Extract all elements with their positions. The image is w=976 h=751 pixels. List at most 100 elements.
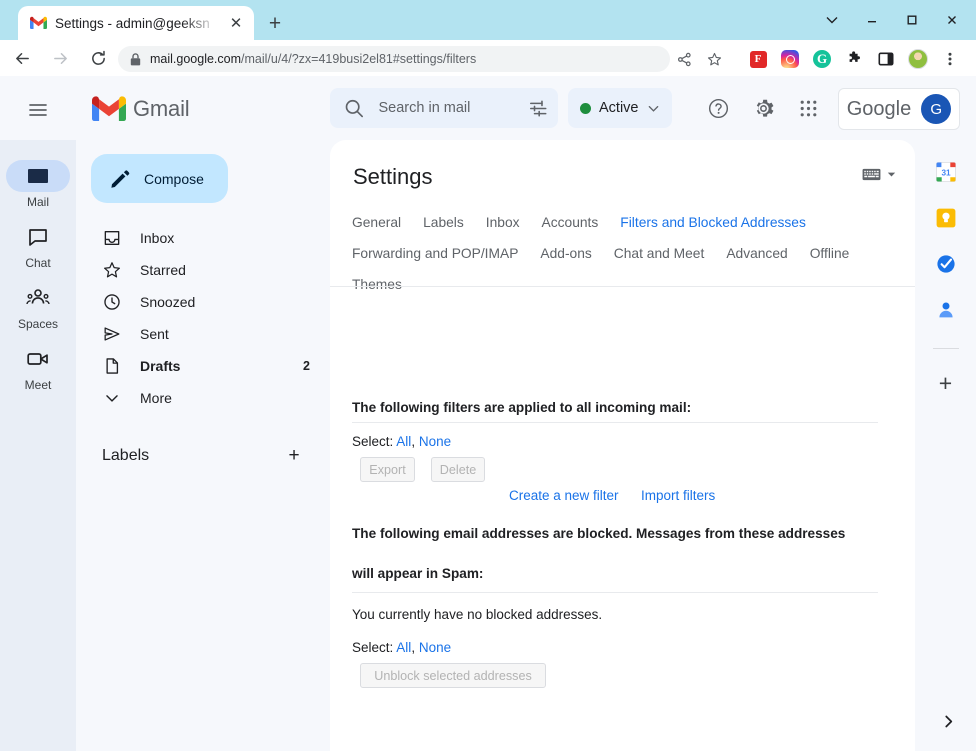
puzzle-extensions-icon[interactable] — [840, 44, 868, 74]
tune-filter-icon[interactable] — [528, 98, 549, 119]
gmail-logo[interactable]: Gmail — [92, 96, 190, 122]
tab-search-chevron-icon[interactable] — [812, 0, 852, 40]
close-tab-icon[interactable]: ✕ — [226, 13, 246, 33]
add-addon-button[interactable]: + — [934, 371, 958, 395]
sidebar-label-snoozed: Snoozed — [140, 294, 196, 310]
tab-labels[interactable]: Labels — [423, 212, 464, 233]
sidebar-label-more: More — [140, 390, 172, 406]
rail-item-meet[interactable]: Meet — [4, 343, 72, 392]
tab-accounts[interactable]: Accounts — [542, 212, 599, 233]
search-box[interactable] — [330, 88, 558, 128]
browser-extension-icons: F G — [744, 44, 964, 74]
draft-file-icon — [102, 357, 122, 375]
star-icon[interactable] — [700, 46, 728, 72]
sidebar-nav-list: Inbox Starred Snoozed Sent Drafts 2 More — [76, 222, 330, 414]
gear-icon[interactable] — [745, 90, 781, 126]
close-window-button[interactable] — [932, 0, 972, 40]
export-button[interactable]: Export — [360, 457, 415, 482]
status-dot — [580, 102, 591, 114]
create-label-button[interactable]: + — [282, 444, 306, 468]
create-new-filter-link[interactable]: Create a new filter — [509, 488, 619, 503]
side-panel-icon[interactable] — [872, 44, 900, 74]
grammarly-extension-icon[interactable]: G — [808, 44, 836, 74]
sidebar-item-inbox[interactable]: Inbox — [76, 222, 330, 254]
chevron-down-icon — [648, 105, 658, 112]
chat-icon — [6, 221, 70, 253]
delete-button[interactable]: Delete — [431, 457, 485, 482]
blocked-select-prefix: Select: — [352, 640, 394, 655]
chevron-down-icon — [102, 389, 122, 407]
hamburger-menu-icon[interactable] — [20, 92, 56, 128]
address-bar[interactable]: mail.google.com/mail/u/4/?zx=419busi2el8… — [118, 46, 670, 72]
labels-header: Labels + — [76, 436, 330, 476]
instagram-extension-icon[interactable] — [776, 44, 804, 74]
tab-forwarding-and-pop-imap[interactable]: Forwarding and POP/IMAP — [352, 243, 518, 264]
keyboard-shortcuts-button[interactable] — [862, 168, 897, 181]
filters-select-all-link[interactable]: All — [396, 434, 411, 449]
compose-button[interactable]: Compose — [91, 154, 228, 203]
account-name: Google — [846, 97, 912, 120]
status-label: Active — [599, 100, 639, 116]
tab-general[interactable]: General — [352, 212, 401, 233]
rail-item-mail[interactable]: Mail — [4, 160, 72, 209]
gmail-logo-text: Gmail — [133, 96, 190, 121]
tab-chat-and-meet[interactable]: Chat and Meet — [614, 243, 705, 264]
account-chip[interactable]: Google G — [838, 88, 960, 130]
tab-inbox[interactable]: Inbox — [486, 212, 520, 233]
meet-camera-icon — [6, 343, 70, 375]
google-calendar-icon[interactable]: 31 — [934, 160, 958, 184]
reload-button[interactable] — [82, 42, 114, 74]
blocked-select-none-link[interactable]: None — [419, 640, 451, 655]
tab-add-ons[interactable]: Add-ons — [540, 243, 591, 264]
forward-button[interactable] — [44, 42, 76, 74]
blocked-divider — [352, 592, 878, 593]
sidebar-count-drafts: 2 — [303, 359, 310, 373]
blocked-section-heading-line1: The following email addresses are blocke… — [352, 526, 846, 541]
rail-label-chat: Chat — [25, 256, 51, 270]
filters-select-none-link[interactable]: None — [419, 434, 451, 449]
google-contacts-icon[interactable] — [934, 298, 958, 322]
status-chip[interactable]: Active — [568, 88, 672, 128]
minimize-window-button[interactable] — [852, 0, 892, 40]
blocked-section-heading-line2: will appear in Spam: — [352, 566, 484, 581]
import-filters-link[interactable]: Import filters — [641, 488, 715, 503]
new-tab-button[interactable]: + — [262, 11, 288, 37]
sidebar-item-starred[interactable]: Starred — [76, 254, 330, 286]
gmail-logo-icon — [92, 96, 126, 121]
sidebar-item-sent[interactable]: Sent — [76, 318, 330, 350]
browser-tab[interactable]: Settings - admin@geeksn ✕ — [18, 6, 254, 40]
address-bar-url: mail.google.com/mail/u/4/?zx=419busi2el8… — [150, 52, 476, 66]
google-keep-icon[interactable] — [934, 206, 958, 230]
unblock-selected-addresses-button[interactable]: Unblock selected addresses — [360, 663, 546, 688]
sidebar-label-drafts: Drafts — [140, 358, 181, 374]
sidebar-item-drafts[interactable]: Drafts 2 — [76, 350, 330, 382]
rail-item-chat[interactable]: Chat — [4, 221, 72, 270]
help-icon[interactable] — [700, 90, 736, 126]
flipboard-extension-icon[interactable]: F — [744, 44, 772, 74]
tab-themes[interactable]: Themes — [352, 274, 402, 295]
back-button[interactable] — [6, 42, 38, 74]
google-tasks-icon[interactable] — [934, 252, 958, 276]
panel-divider — [932, 348, 959, 349]
maximize-window-button[interactable] — [892, 0, 932, 40]
blocked-select-all-link[interactable]: All — [396, 640, 411, 655]
expand-panel-button[interactable] — [936, 709, 960, 733]
avatar: G — [921, 94, 952, 124]
header-icons — [700, 90, 826, 126]
rail-label-spaces: Spaces — [17, 317, 59, 331]
compose-label: Compose — [144, 170, 204, 187]
browser-menu-button[interactable] — [936, 44, 964, 74]
tab-offline[interactable]: Offline — [810, 243, 850, 264]
tab-filters-and-blocked-addresses[interactable]: Filters and Blocked Addresses — [620, 212, 806, 233]
sidebar-item-more[interactable]: More — [76, 382, 330, 414]
search-icon — [345, 99, 364, 117]
browser-toolbar: mail.google.com/mail/u/4/?zx=419busi2el8… — [0, 40, 976, 76]
rail-item-spaces[interactable]: Spaces — [4, 282, 72, 331]
share-icon[interactable] — [670, 46, 698, 72]
tab-advanced[interactable]: Advanced — [726, 243, 787, 264]
profile-avatar[interactable] — [904, 44, 932, 74]
sidebar-item-snoozed[interactable]: Snoozed — [76, 286, 330, 318]
apps-grid-icon[interactable] — [790, 90, 826, 126]
rail-label-mail: Mail — [26, 195, 49, 209]
search-input[interactable] — [378, 100, 514, 116]
